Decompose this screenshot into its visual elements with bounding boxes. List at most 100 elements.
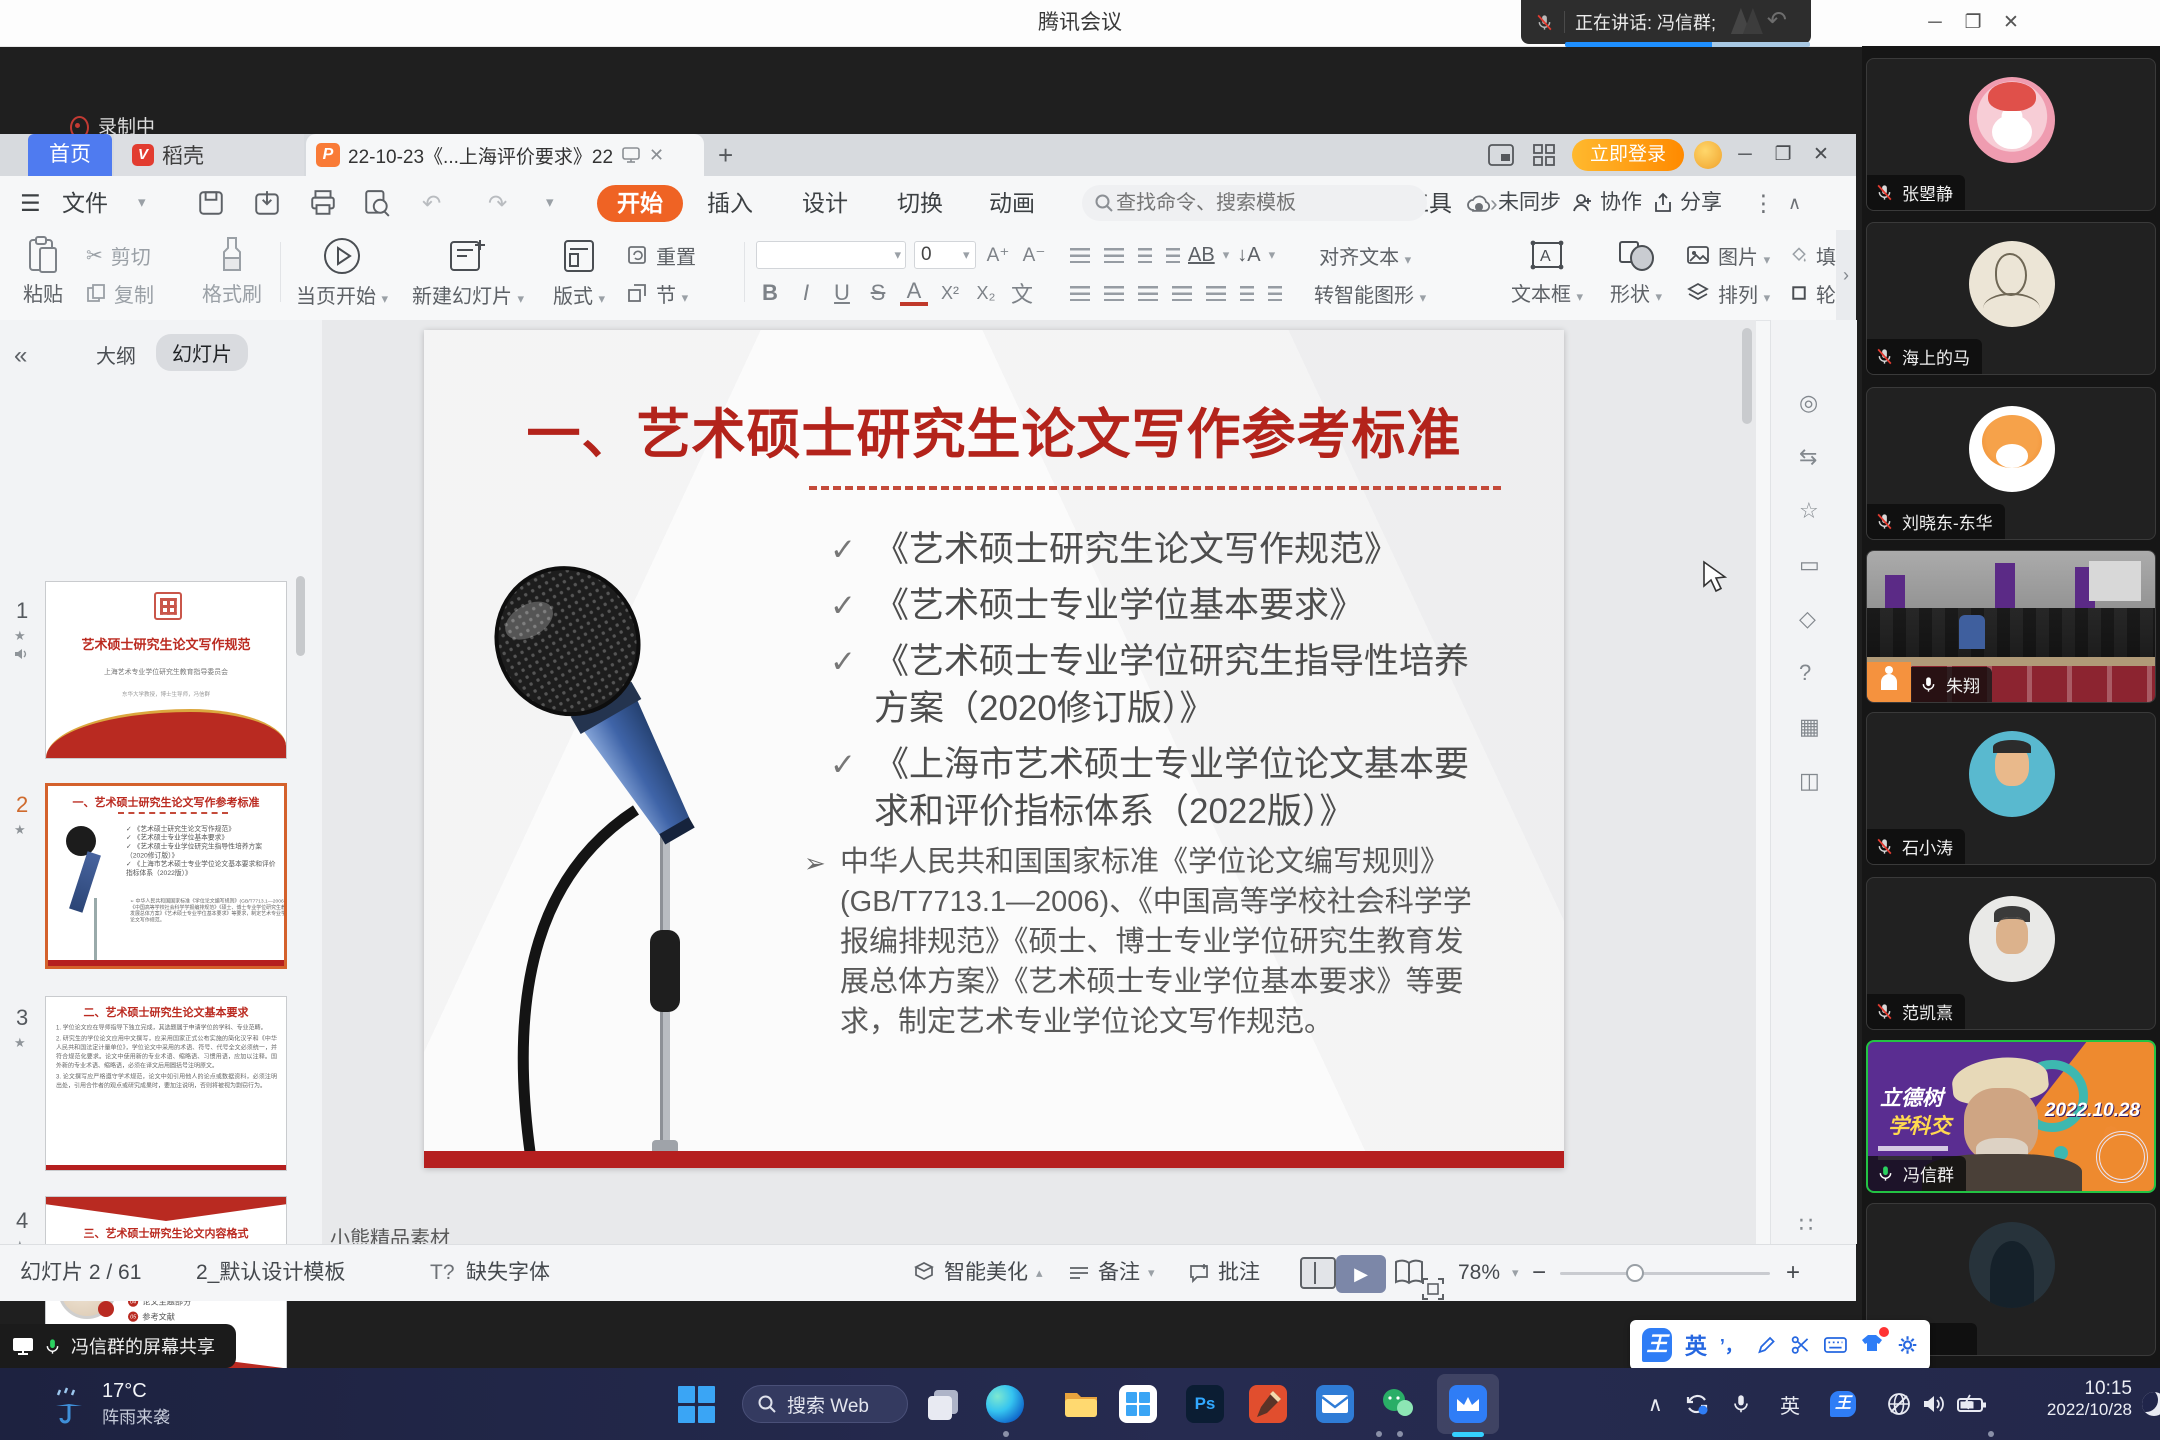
more-menu-icon[interactable]: ⋮ bbox=[1752, 176, 1775, 230]
font-size-select[interactable]: ▾ bbox=[914, 241, 976, 269]
tray-battery-icon[interactable] bbox=[1956, 1368, 1988, 1440]
zoom-out-button[interactable]: − bbox=[1532, 1245, 1546, 1301]
pinyin-guide-button[interactable]: 文 bbox=[1008, 277, 1036, 309]
ms-store-icon[interactable] bbox=[1119, 1368, 1157, 1440]
participant-tile[interactable]: 范凯熹 bbox=[1866, 877, 2156, 1030]
ime-settings-icon[interactable] bbox=[1897, 1333, 1918, 1357]
bold-button[interactable]: B bbox=[756, 280, 784, 306]
sync-status[interactable]: 未同步 bbox=[1466, 176, 1561, 230]
smart-graphic-button[interactable]: 转智能图形 ▾ bbox=[1314, 279, 1426, 308]
screen-share-banner[interactable]: 冯信群的屏幕共享 bbox=[0, 1324, 236, 1368]
shrink-font-icon[interactable]: A⁻ bbox=[1020, 244, 1048, 267]
account-avatar[interactable] bbox=[1694, 141, 1722, 169]
tab-slides[interactable]: 幻灯片 bbox=[156, 334, 248, 371]
tray-mic-icon[interactable] bbox=[1730, 1368, 1752, 1440]
ime-skin-icon[interactable] bbox=[1860, 1332, 1884, 1359]
fit-window-icon[interactable] bbox=[1420, 1261, 1446, 1317]
ime-language-toggle[interactable]: 英 bbox=[1685, 1329, 1707, 1361]
ime-keyboard-icon[interactable] bbox=[1824, 1334, 1847, 1356]
slide-thumbnail-1[interactable]: 艺术硕士研究生论文写作规范 上海艺术专业学位研究生教育指导委员会 东华大学教授，… bbox=[45, 581, 287, 759]
paste-button[interactable]: 粘贴 bbox=[10, 236, 76, 314]
weather-widget[interactable]: 17°C 阵雨来袭 bbox=[50, 1368, 170, 1440]
wps-close-button[interactable]: ✕ bbox=[1804, 140, 1838, 170]
beautify-button[interactable]: 智能美化▴ bbox=[912, 1245, 1043, 1301]
underline-button[interactable]: U bbox=[828, 280, 856, 306]
italic-button[interactable]: I bbox=[792, 280, 820, 306]
side-tool-icon[interactable]: ◎ bbox=[1799, 390, 1818, 416]
ribbon-expand-strip[interactable]: › bbox=[1836, 230, 1856, 320]
strikethrough-button[interactable]: S bbox=[864, 280, 892, 306]
comment-button[interactable]: 批注 bbox=[1188, 1245, 1260, 1301]
ime-pen-icon[interactable] bbox=[1756, 1333, 1777, 1357]
file-explorer-icon[interactable] bbox=[1062, 1368, 1100, 1440]
print-preview-icon[interactable] bbox=[362, 189, 392, 217]
panel-collapse-icon[interactable]: « bbox=[14, 342, 27, 370]
editing-canvas[interactable]: 一、艺术硕士研究生论文写作参考标准 bbox=[322, 320, 1756, 1244]
participant-tile[interactable]: 张曌静 bbox=[1866, 58, 2156, 211]
side-tool-icon[interactable]: ☆ bbox=[1799, 498, 1819, 524]
line-spacing-icon[interactable] bbox=[1240, 286, 1254, 301]
participant-tile[interactable]: 石小涛 bbox=[1866, 712, 2156, 865]
paint-app-icon[interactable] bbox=[1249, 1368, 1287, 1440]
participant-tile-speaker-video[interactable]: 立德树 学科交 2022.10.28 冯信群 bbox=[1866, 1040, 2156, 1193]
superscript-button[interactable]: X² bbox=[936, 283, 964, 304]
export-icon[interactable] bbox=[252, 189, 282, 217]
side-tool-icon[interactable]: ⇆ bbox=[1799, 444, 1817, 470]
canvas-scrollbar[interactable] bbox=[1742, 328, 1752, 424]
menu-tab-design[interactable]: 设计 bbox=[802, 176, 848, 230]
side-tool-icon[interactable]: ? bbox=[1799, 660, 1811, 686]
file-caret-icon[interactable]: ▾ bbox=[138, 176, 146, 230]
tencent-meeting-icon[interactable] bbox=[1449, 1368, 1487, 1440]
menu-tab-home[interactable]: 开始 bbox=[597, 185, 683, 222]
layout-button[interactable]: 版式 ▾ bbox=[544, 236, 614, 314]
participant-tile[interactable]: 刘晓东-东华 bbox=[1866, 387, 2156, 540]
undo-icon[interactable]: ↶ bbox=[422, 176, 441, 230]
tab-home[interactable]: 首页 bbox=[28, 134, 112, 176]
justify-icon[interactable] bbox=[1172, 286, 1192, 301]
menu-file[interactable]: 文件 bbox=[62, 176, 108, 230]
tab-close-icon[interactable]: ✕ bbox=[649, 145, 664, 166]
ime-logo-icon[interactable]: 王 bbox=[1642, 1328, 1672, 1362]
align-left-icon[interactable] bbox=[1070, 286, 1090, 301]
menu-tab-insert[interactable]: 插入 bbox=[707, 176, 753, 230]
zoom-in-button[interactable]: + bbox=[1786, 1245, 1800, 1301]
align-right-icon[interactable] bbox=[1138, 286, 1158, 301]
format-painter-button[interactable]: 格式刷 bbox=[192, 236, 272, 314]
missing-font-icon[interactable]: T? bbox=[430, 1245, 455, 1301]
decrease-indent-icon[interactable] bbox=[1138, 248, 1152, 263]
speaking-indicator[interactable]: 正在讲话: 冯信群; ↶ bbox=[1521, 0, 1811, 44]
font-size-input[interactable] bbox=[919, 243, 963, 267]
edge-browser-icon[interactable] bbox=[986, 1368, 1024, 1440]
tray-expand-icon[interactable]: ∧ bbox=[1648, 1368, 1663, 1440]
notes-button[interactable]: 备注▾ bbox=[1068, 1245, 1155, 1301]
panel-scrollbar[interactable] bbox=[296, 576, 305, 656]
copy-button[interactable]: 复制 bbox=[86, 274, 186, 312]
zoom-slider-knob[interactable] bbox=[1626, 1264, 1644, 1282]
slide-thumbnail-2-selected[interactable]: 一、艺术硕士研究生论文写作参考标准 ✓ 《艺术硕士研究生论文写作规范》 ✓ 《艺… bbox=[45, 783, 287, 969]
picture-button[interactable]: 图片 ▾ bbox=[1686, 236, 1782, 274]
font-color-button[interactable]: A bbox=[900, 280, 928, 306]
missing-font-warning[interactable]: 缺失字体 bbox=[466, 1245, 550, 1301]
ime-punctuation-icon[interactable]: ’， bbox=[1720, 1332, 1743, 1358]
current-slide[interactable]: 一、艺术硕士研究生论文写作参考标准 bbox=[424, 330, 1564, 1168]
tray-sync-icon[interactable] bbox=[1684, 1368, 1710, 1440]
participant-tile-video[interactable]: 朱翔 bbox=[1866, 550, 2156, 703]
wps-minimize-button[interactable]: ─ bbox=[1728, 140, 1762, 170]
template-name[interactable]: 2_默认设计模板 bbox=[196, 1245, 345, 1301]
ime-scissors-icon[interactable] bbox=[1790, 1333, 1811, 1357]
search-input[interactable] bbox=[1114, 191, 1408, 216]
photoshop-icon[interactable]: Ps bbox=[1186, 1368, 1224, 1440]
task-view-button[interactable] bbox=[926, 1368, 962, 1440]
present-icon[interactable] bbox=[621, 146, 641, 164]
reset-button[interactable]: 重置 bbox=[626, 236, 736, 274]
tray-ime-icon[interactable]: 王 bbox=[1830, 1368, 1856, 1440]
distribute-icon[interactable] bbox=[1206, 286, 1226, 301]
command-search[interactable] bbox=[1082, 185, 1427, 221]
taskbar-clock[interactable]: 10:15 2022/10/28 bbox=[2047, 1378, 2132, 1420]
font-family-select[interactable]: ▾ bbox=[756, 241, 906, 269]
minimize-button[interactable]: ─ bbox=[1918, 8, 1952, 38]
mail-app-icon[interactable] bbox=[1316, 1368, 1354, 1440]
side-tool-icon[interactable]: ▭ bbox=[1799, 552, 1820, 578]
share-button[interactable]: 分享 bbox=[1652, 176, 1722, 230]
login-button[interactable]: 立即登录 bbox=[1572, 139, 1684, 171]
